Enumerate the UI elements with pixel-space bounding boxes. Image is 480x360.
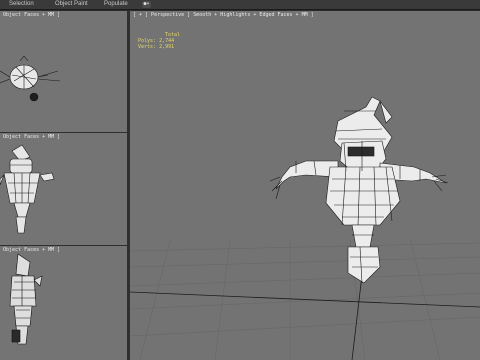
grid-axis-x	[130, 291, 480, 308]
front-view-mesh	[0, 144, 55, 234]
viewport-divider[interactable]	[0, 245, 127, 246]
eye-icon[interactable]: ●▾	[142, 1, 151, 8]
viewport-divider[interactable]	[0, 132, 127, 133]
left-view-mesh	[9, 253, 43, 345]
scarecrow-mesh	[269, 96, 449, 284]
viewport-top[interactable]: Object Faces + MM ]	[0, 11, 127, 132]
perspective-scene	[130, 96, 480, 360]
top-view-mesh	[0, 55, 61, 102]
viewport-front[interactable]: Object Faces + MM ]	[0, 133, 127, 245]
ribbon-tab-bar: Selection Object Paint Populate ●▾	[0, 0, 480, 10]
viewport-left[interactable]: Object Faces + MM ]	[0, 246, 127, 360]
tab-object-paint[interactable]: Object Paint	[55, 0, 88, 9]
tab-selection[interactable]: Selection	[9, 0, 34, 9]
home-grid	[130, 237, 480, 360]
tab-populate[interactable]: Populate	[104, 0, 128, 9]
viewport-perspective[interactable]: [ + ] Perspective ] Smooth + Highlights …	[130, 11, 480, 360]
